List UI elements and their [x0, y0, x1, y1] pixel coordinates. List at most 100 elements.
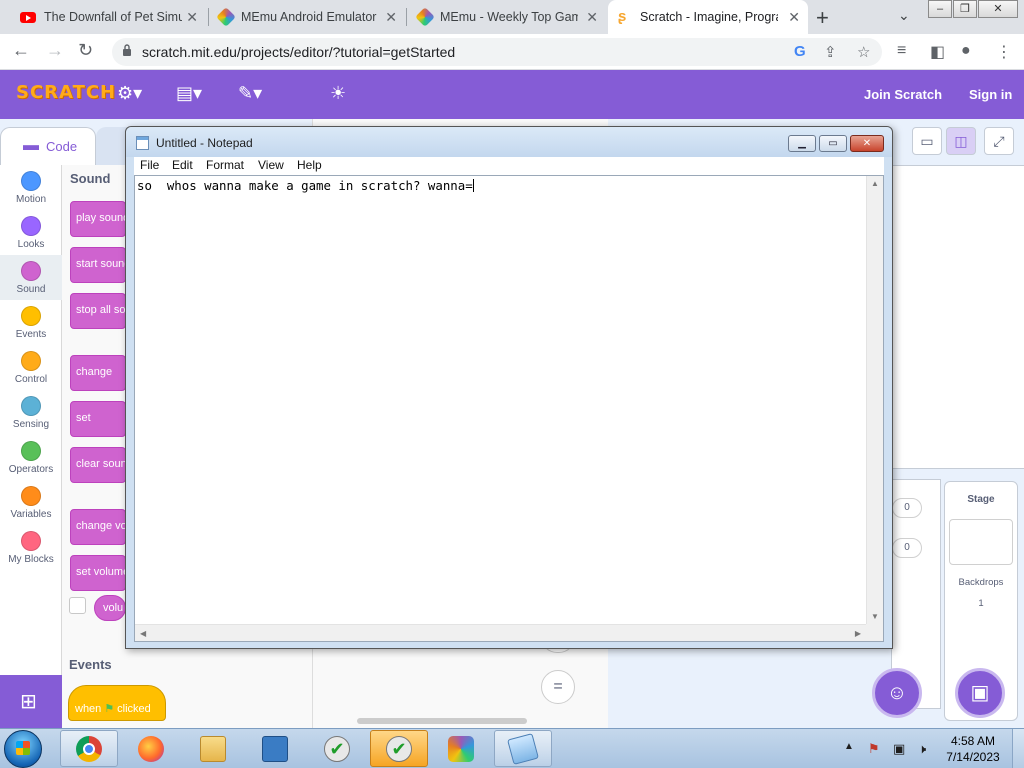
- file-menu-icon[interactable]: ▤▾: [176, 83, 202, 104]
- block-set-volume[interactable]: set volume: [70, 555, 126, 591]
- block-change-effect[interactable]: change: [70, 355, 126, 391]
- taskbar-firefox[interactable]: [122, 730, 180, 767]
- script-area-scrollbar[interactable]: [357, 718, 527, 724]
- clock-time[interactable]: 4:58 AM: [945, 734, 1001, 748]
- notepad-text-area[interactable]: so whos wanna make a game in scratch? wa…: [134, 175, 884, 642]
- taskbar-chrome[interactable]: [60, 730, 118, 767]
- block-clear-sound-effects[interactable]: clear soun: [70, 447, 126, 483]
- forward-arrow-icon[interactable]: →: [46, 40, 64, 61]
- restore-icon[interactable]: ❐: [953, 0, 977, 18]
- close-icon[interactable]: ✕: [586, 9, 598, 26]
- scroll-left-icon[interactable]: ◀: [140, 629, 146, 638]
- tab-scratch[interactable]: ʂ Scratch - Imagine, Progra ✕: [608, 0, 808, 34]
- menu-help[interactable]: Help: [297, 158, 322, 172]
- tutorials-lightbulb-icon[interactable]: ☀: [330, 83, 346, 104]
- choose-backdrop-icon[interactable]: ▣: [955, 668, 1005, 718]
- category-variables[interactable]: Variables: [0, 480, 62, 525]
- stage-canvas[interactable]: [891, 165, 1024, 469]
- category-looks[interactable]: Looks: [0, 210, 62, 255]
- choose-sprite-icon[interactable]: ☺: [872, 668, 922, 718]
- menu-format[interactable]: Format: [206, 158, 244, 172]
- address-bar[interactable]: scratch.mit.edu/projects/editor/?tutoria…: [112, 38, 882, 66]
- close-icon[interactable]: ✕: [186, 9, 198, 26]
- google-icon[interactable]: G: [794, 43, 806, 60]
- menu-view[interactable]: View: [258, 158, 284, 172]
- scratch-logo[interactable]: SCRATCH: [16, 82, 116, 103]
- profile-avatar-icon[interactable]: ●: [961, 42, 971, 60]
- block-play-sound[interactable]: play sound: [70, 201, 126, 237]
- block-set-effect[interactable]: set: [70, 401, 126, 437]
- edit-pencil-icon[interactable]: ✎▾: [238, 83, 262, 104]
- normal-stage-icon[interactable]: ◫: [946, 127, 976, 155]
- minimize-icon[interactable]: ▁: [788, 135, 816, 152]
- action-center-flag-icon[interactable]: ⚑: [868, 741, 880, 757]
- taskbar-memu[interactable]: [432, 730, 490, 767]
- tab-separator: [406, 8, 407, 26]
- clock-date[interactable]: 7/14/2023: [945, 750, 1001, 764]
- category-my-blocks[interactable]: My Blocks: [0, 525, 62, 570]
- volume-muted-icon[interactable]: 🕨: [918, 741, 926, 757]
- scroll-right-icon[interactable]: ▶: [855, 629, 861, 638]
- tray-expand-icon[interactable]: ▲: [844, 741, 854, 752]
- category-control[interactable]: Control: [0, 345, 62, 390]
- taskbar-file-explorer[interactable]: [184, 730, 242, 767]
- network-icon[interactable]: ▣: [893, 741, 905, 757]
- hat-clicked-label: clicked: [117, 703, 151, 715]
- menu-edit[interactable]: Edit: [172, 158, 193, 172]
- new-tab-icon[interactable]: +: [816, 5, 829, 31]
- bookmark-star-icon[interactable]: ☆: [857, 43, 870, 61]
- gear-icon[interactable]: ⚙▾: [117, 83, 142, 104]
- fullscreen-icon[interactable]: ⤢: [984, 127, 1014, 155]
- tab-youtube[interactable]: The Downfall of Pet Simu ✕: [10, 0, 206, 34]
- join-scratch-link[interactable]: Join Scratch: [864, 87, 942, 102]
- category-operators[interactable]: Operators: [0, 435, 62, 480]
- reporter-volume[interactable]: volu: [94, 595, 126, 621]
- start-button[interactable]: [4, 730, 42, 768]
- taskbar-app-check[interactable]: ✔: [308, 730, 366, 767]
- chevron-down-icon[interactable]: ⌄: [898, 7, 910, 24]
- zoom-reset-button[interactable]: =: [541, 670, 575, 704]
- block-stop-all-sounds[interactable]: stop all so: [70, 293, 126, 329]
- sprite-x-field[interactable]: 0: [892, 498, 922, 518]
- sign-in-link[interactable]: Sign in: [969, 87, 1012, 102]
- close-icon[interactable]: ✕: [385, 9, 397, 26]
- menu-file[interactable]: File: [140, 158, 159, 172]
- scroll-down-icon[interactable]: ▼: [871, 612, 879, 621]
- taskbar-app-check-active[interactable]: ✔: [370, 730, 428, 767]
- sprite-y-field[interactable]: 0: [892, 538, 922, 558]
- category-sound[interactable]: Sound: [0, 255, 62, 300]
- back-arrow-icon[interactable]: ←: [12, 40, 30, 61]
- minimize-icon[interactable]: –: [928, 0, 952, 18]
- green-flag-icon: ⚑: [104, 703, 115, 715]
- share-icon[interactable]: ⇪: [824, 43, 837, 61]
- notepad-titlebar[interactable]: Untitled - Notepad ▁ ▭ ✕: [126, 127, 892, 157]
- maximize-icon[interactable]: ▭: [819, 135, 847, 152]
- scroll-up-icon[interactable]: ▲: [871, 179, 879, 188]
- reload-icon[interactable]: ↻: [78, 40, 93, 61]
- reading-list-icon[interactable]: ≡: [897, 42, 906, 60]
- volume-checkbox[interactable]: [69, 597, 86, 614]
- vertical-scrollbar[interactable]: ▲ ▼: [866, 176, 883, 624]
- small-stage-icon[interactable]: ▭: [912, 127, 942, 155]
- kebab-menu-icon[interactable]: ⋮: [996, 42, 1012, 62]
- category-sensing[interactable]: Sensing: [0, 390, 62, 435]
- category-events[interactable]: Events: [0, 300, 62, 345]
- horizontal-scrollbar[interactable]: ◀ ▶: [135, 624, 866, 641]
- tab-code[interactable]: ▬ Code: [0, 127, 96, 165]
- close-icon[interactable]: ✕: [788, 9, 800, 26]
- close-icon[interactable]: ✕: [978, 0, 1018, 18]
- close-icon[interactable]: ✕: [850, 135, 884, 152]
- category-motion[interactable]: Motion: [0, 165, 62, 210]
- block-start-sound[interactable]: start sound: [70, 247, 126, 283]
- tab-memu-emulator[interactable]: MEmu Android Emulator ✕: [209, 0, 405, 34]
- side-panel-icon[interactable]: ◧: [930, 42, 945, 62]
- taskbar-notepad[interactable]: [494, 730, 552, 767]
- tab-label: The Downfall of Pet Simu: [44, 10, 182, 24]
- add-extension-button[interactable]: ⊞: [0, 675, 62, 728]
- tab-memu-weekly[interactable]: MEmu - Weekly Top Gam ✕: [408, 0, 606, 34]
- show-desktop-button[interactable]: [1012, 729, 1024, 768]
- block-when-flag-clicked[interactable]: when ⚑ clicked: [68, 685, 166, 721]
- size-grip[interactable]: [866, 624, 883, 641]
- taskbar-remote-desktop[interactable]: [246, 730, 304, 767]
- block-change-volume[interactable]: change vo: [70, 509, 126, 545]
